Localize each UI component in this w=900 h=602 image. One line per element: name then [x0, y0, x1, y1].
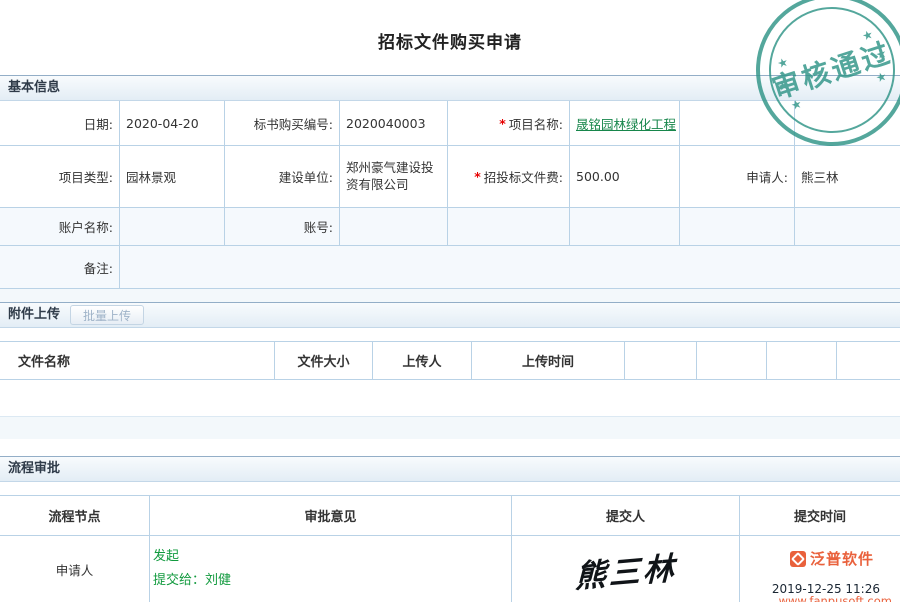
submitter-signature: 熊三林 [574, 542, 676, 596]
project-name-label: * 项目名称: [448, 101, 570, 146]
empty-cell [680, 208, 795, 246]
account-number-value [340, 208, 448, 246]
approval-header-submit-time: 提交时间 [740, 496, 900, 536]
approval-node-cell: 申请人 [0, 536, 150, 602]
project-name-cell: 晟铭园林绿化工程 [570, 101, 680, 146]
construction-unit-label: 建设单位: [225, 146, 340, 208]
empty-cell [448, 208, 570, 246]
approval-table-header: 流程节点 审批意见 提交人 提交时间 [0, 495, 900, 536]
date-value: 2020-04-20 [120, 101, 225, 146]
approval-header-node: 流程节点 [0, 496, 150, 536]
empty-header-cell [625, 342, 697, 380]
approval-submitter-cell: 熊三林 [512, 536, 740, 602]
attachments-section-header: 附件上传 批量上传 [0, 302, 900, 328]
account-number-label: 账号: [225, 208, 340, 246]
empty-header-cell [837, 342, 900, 380]
construction-unit-value: 郑州豪气建设投资有限公司 [340, 146, 448, 208]
approval-header-submitter: 提交人 [512, 496, 740, 536]
required-mark: * [499, 116, 506, 131]
empty-cell [795, 101, 900, 146]
attachments-header-file-size: 文件大小 [275, 342, 373, 380]
fanpu-watermark: 泛普软件 [790, 548, 874, 569]
basic-info-section-title: 基本信息 [8, 76, 60, 100]
remark-value [120, 246, 900, 289]
batch-upload-button[interactable]: 批量上传 [70, 305, 144, 325]
approval-submit-to-text: 提交给：刘健 [153, 569, 231, 593]
project-name-link[interactable]: 晟铭园林绿化工程 [576, 114, 676, 133]
date-label: 日期: [0, 101, 120, 146]
account-name-value [120, 208, 225, 246]
bid-doc-fee-value: 500.00 [570, 146, 680, 208]
account-name-label: 账户名称: [0, 208, 120, 246]
fanpu-logo-icon [790, 551, 806, 567]
approval-opinion-cell: 发起 提交给：刘健 [150, 536, 512, 602]
approval-section-title: 流程审批 [8, 457, 60, 481]
approval-header-opinion: 审批意见 [150, 496, 512, 536]
page-title: 招标文件购买申请 [0, 0, 900, 53]
fanpu-brand-text: 泛普软件 [810, 548, 874, 569]
approval-time-cell: 泛普软件 2019-12-25 11:26 www.fanpusoft.com [740, 536, 900, 602]
empty-cell [680, 101, 795, 146]
attachments-section-title: 附件上传 [8, 303, 60, 327]
approval-section-header: 流程审批 [0, 456, 900, 482]
approval-action-text: 发起 [153, 545, 179, 569]
remark-label: 备注: [0, 246, 120, 289]
bid-doc-fee-label: * 招投标文件费: [448, 146, 570, 208]
basic-info-table: 日期: 2020-04-20 标书购买编号: 2020040003 * 项目名称… [0, 101, 900, 289]
project-type-label: 项目类型: [0, 146, 120, 208]
applicant-label: 申请人: [680, 146, 795, 208]
attachments-header-file-name: 文件名称 [0, 342, 275, 380]
empty-cell [795, 208, 900, 246]
empty-header-cell [697, 342, 767, 380]
section-spacer [0, 289, 900, 302]
attachments-footer-strip [0, 417, 900, 439]
basic-info-section-header: 基本信息 [0, 75, 900, 101]
applicant-value: 熊三林 [795, 146, 900, 208]
page-header: 招标文件购买申请 [0, 0, 900, 75]
bid-number-value: 2020040003 [340, 101, 448, 146]
submit-time-text: 2019-12-25 11:26 [772, 582, 880, 596]
empty-cell [570, 208, 680, 246]
bid-number-label: 标书购买编号: [225, 101, 340, 146]
attachments-header-upload-time: 上传时间 [472, 342, 625, 380]
attachments-empty-row [0, 380, 900, 417]
attachments-table-header: 文件名称 文件大小 上传人 上传时间 [0, 341, 900, 380]
required-mark: * [474, 169, 481, 184]
project-type-value: 园林景观 [120, 146, 225, 208]
empty-header-cell [767, 342, 837, 380]
approval-table-row: 申请人 发起 提交给：刘健 熊三林 泛普软件 2019-12-25 11:26 … [0, 536, 900, 602]
attachments-header-uploader: 上传人 [373, 342, 472, 380]
